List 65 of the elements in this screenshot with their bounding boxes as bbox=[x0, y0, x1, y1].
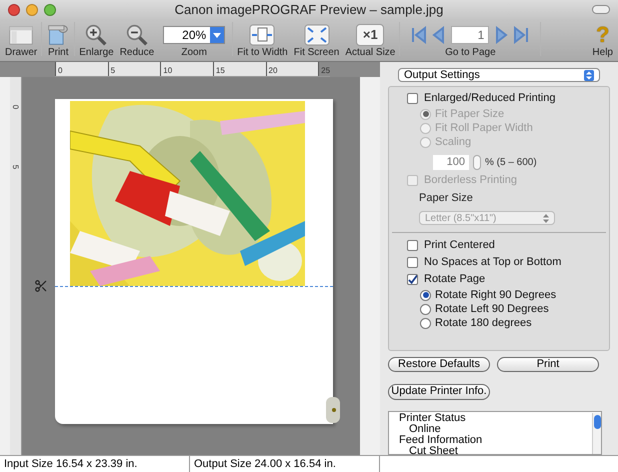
checkbox-box[interactable] bbox=[407, 274, 418, 285]
info-row[interactable]: Online bbox=[389, 424, 592, 435]
update-printer-info-button[interactable]: Update Printer Info. bbox=[388, 384, 490, 400]
checkmark-icon bbox=[408, 274, 417, 284]
printer-icon bbox=[46, 24, 70, 46]
paper-roll-icon bbox=[326, 397, 340, 423]
window-title: Canon imagePROGRAF Preview – sample.jpg bbox=[174, 1, 444, 20]
checkbox-box[interactable] bbox=[407, 93, 418, 104]
output-settings-select[interactable]: Output Settings bbox=[398, 68, 600, 82]
drawer-toolbar-button[interactable]: Drawer bbox=[4, 22, 38, 59]
paper-size-label: Paper Size bbox=[418, 191, 474, 206]
radio-circle[interactable] bbox=[420, 290, 431, 300]
toolbar-toggle-button[interactable] bbox=[592, 5, 610, 14]
info-row[interactable]: Cut Sheet bbox=[389, 446, 592, 457]
select-arrows-icon bbox=[584, 70, 594, 80]
fit-width-toolbar-button[interactable]: Fit to Width bbox=[236, 22, 289, 59]
panel-button[interactable]: Print bbox=[497, 357, 599, 372]
ruler-label: 0 bbox=[10, 104, 22, 110]
actual-size-icon: ×1 bbox=[356, 24, 384, 46]
scissors-icon bbox=[34, 279, 48, 293]
drawer-icon bbox=[8, 25, 34, 46]
zoom-combo[interactable]: 20% bbox=[163, 26, 226, 44]
option-radio[interactable]: Rotate Right 90 Degrees bbox=[389, 288, 609, 302]
select-arrows-icon bbox=[543, 214, 549, 222]
print-toolbar-button[interactable]: Print bbox=[45, 22, 72, 59]
option-radio[interactable]: Rotate Left 90 Degrees bbox=[389, 302, 609, 316]
option-checkbox[interactable]: Rotate Page bbox=[389, 271, 609, 288]
toolbar-label: Go to Page bbox=[445, 47, 496, 59]
option-checkbox[interactable]: No Spaces at Top or Bottom bbox=[389, 254, 609, 271]
ruler-label: 5 bbox=[10, 164, 22, 170]
next-page-icon[interactable] bbox=[493, 26, 510, 44]
zoom-in-icon bbox=[84, 24, 108, 46]
status-text: Output Size 24.00 x 16.54 in. bbox=[190, 456, 380, 472]
zoom-out-icon bbox=[124, 24, 149, 46]
first-page-icon[interactable] bbox=[411, 26, 428, 44]
info-row[interactable]: Feed Information bbox=[389, 435, 592, 446]
ruler-label: 0 bbox=[55, 62, 108, 76]
info-row[interactable]: Printer Status bbox=[389, 413, 592, 424]
ruler-label: 5 bbox=[108, 62, 160, 76]
scrollbar[interactable] bbox=[592, 413, 601, 454]
fit-width-icon bbox=[249, 24, 276, 46]
ruler-label: 10 bbox=[160, 62, 213, 76]
option-checkbox[interactable]: Print Centered bbox=[389, 237, 609, 254]
zoom-button[interactable] bbox=[44, 4, 56, 16]
checkbox-box[interactable] bbox=[407, 240, 418, 251]
close-button[interactable] bbox=[8, 4, 20, 16]
enlarge-toolbar-button[interactable]: Enlarge bbox=[78, 22, 115, 59]
panel-button[interactable]: Restore Defaults bbox=[388, 357, 490, 372]
help-icon: ? bbox=[596, 24, 610, 46]
fit-screen-toolbar-button[interactable]: Fit Screen bbox=[292, 22, 340, 59]
help-toolbar-button[interactable]: ? Help bbox=[591, 22, 614, 59]
last-page-icon[interactable] bbox=[513, 26, 530, 44]
status-text: Input Size 16.54 x 23.39 in. bbox=[0, 456, 190, 472]
minimize-button[interactable] bbox=[26, 4, 38, 16]
option-checkbox[interactable]: Enlarged/Reduced Printing bbox=[389, 90, 609, 107]
scaling-range: % (5 – 600) bbox=[485, 156, 537, 170]
ruler-label: 15 bbox=[212, 62, 266, 76]
page-field[interactable]: 1 bbox=[451, 26, 490, 44]
actual-toolbar-button[interactable]: ×1 Actual Size bbox=[344, 22, 396, 59]
option-radio[interactable]: Rotate 180 degrees bbox=[389, 316, 609, 330]
checkbox-box[interactable] bbox=[407, 257, 418, 268]
ruler-label: 25 bbox=[318, 62, 330, 76]
fit-screen-icon bbox=[304, 24, 330, 46]
reduce-toolbar-button[interactable]: Reduce bbox=[118, 22, 156, 59]
toolbar-label: Zoom bbox=[181, 47, 207, 59]
